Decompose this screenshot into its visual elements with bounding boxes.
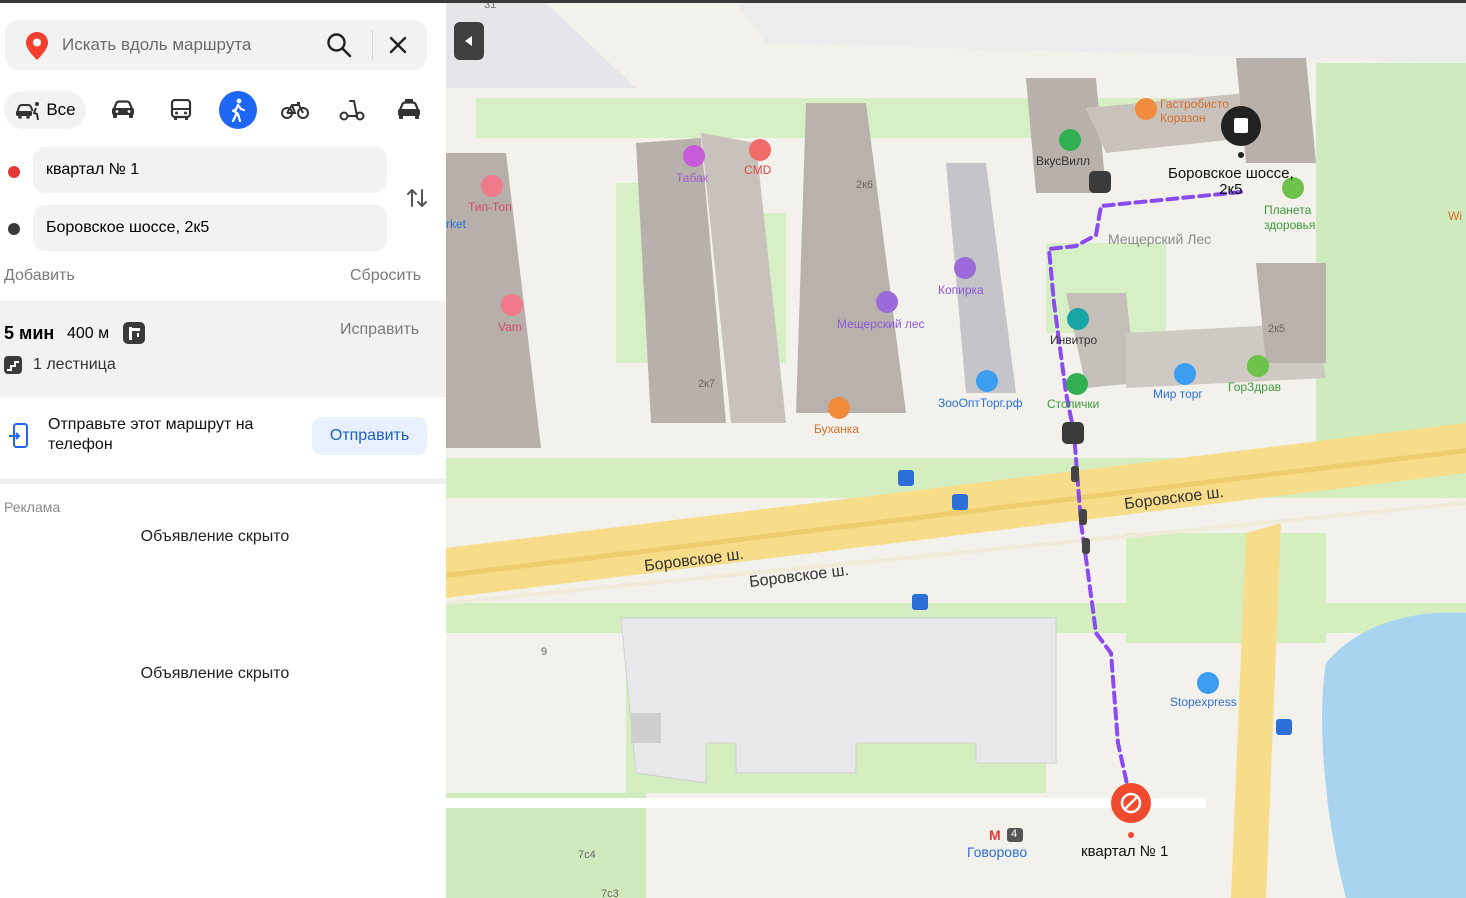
route-time: 5 мин [4,323,55,343]
mode-car-button[interactable] [104,91,142,129]
metro-line-number: 4 [1011,828,1018,840]
poi-label[interactable]: Мир торг [1153,387,1203,401]
route-summary[interactable]: 5 мин 400 м Исправить 1 лестница [0,301,446,397]
route-distance: 400 м [67,325,110,342]
building-number: 2к6 [856,179,874,191]
building-number: 2к5 [1268,323,1286,335]
top-border [0,0,1466,3]
reset-link[interactable]: Сбросить [350,267,421,285]
close-icon[interactable] [386,33,410,57]
building-number: 7с3 [601,888,619,898]
metro-icon: M [989,827,1001,843]
divider [0,479,446,484]
waypoint-from-text: квартал № 1 [46,161,140,178]
poi-label[interactable]: Столички [1047,397,1099,411]
car-walk-icon [16,102,40,121]
stairs-icon [4,356,22,374]
mode-all-button[interactable]: Все [4,91,86,129]
divider [372,30,373,60]
collapse-panel-button[interactable] [454,22,484,60]
route-panel: Искать вдоль маршрута Все квартал № 1 Бо… [0,3,446,898]
transport-modes: Все [0,91,446,133]
swap-icon[interactable] [405,186,429,210]
send-to-phone: Отправьте этот маршрут на телефон Отправ… [0,403,446,475]
mode-all-label: Все [46,100,76,119]
ad-hidden-2: Объявление скрыто [140,665,290,682]
poi-label[interactable]: rket [446,217,466,231]
mode-taxi-button[interactable] [390,91,428,129]
walk-icon [231,98,246,122]
poi-label[interactable]: Тип-Топ [468,200,512,214]
mode-walk-button[interactable] [219,91,257,129]
start-label: квартал № 1 [1081,843,1169,860]
ad-hidden-1: Объявление скрыто [140,528,290,545]
waypoint-from[interactable]: квартал № 1 [33,147,387,193]
area-label: Мещерский Лес [1108,231,1212,247]
fix-route-link[interactable]: Исправить [340,321,419,339]
scooter-icon [339,100,365,121]
poi-label[interactable]: Мещерский лес [837,317,925,331]
bus-icon [170,99,192,120]
poi-label[interactable]: Wi [1448,209,1462,223]
ad-label: Реклама [4,499,61,515]
mode-bike-button[interactable] [276,91,314,129]
search-icon[interactable] [325,31,353,59]
poi-label[interactable]: Vam [498,320,522,334]
start-dot-icon [8,166,20,178]
building-number: 7с4 [578,849,596,861]
poi-label[interactable]: CMD [744,163,771,177]
search-input[interactable]: Искать вдоль маршрута [62,35,251,55]
waypoint-to-text: Боровское шоссе, 2к5 [46,219,210,236]
building-number: 9 [541,646,548,658]
poi-label[interactable]: Stopexpress [1170,695,1237,709]
poi-label[interactable]: Буханка [814,422,859,436]
taxi-icon [398,99,420,119]
metro-station-label[interactable]: Говорово [967,844,1027,860]
poi-label[interactable]: Гастробисто Коразон [1160,97,1229,125]
send-button[interactable]: Отправить [312,417,427,455]
poi-label[interactable]: Планета здоровья [1264,203,1315,233]
poi-label[interactable]: Копирка [938,283,984,297]
poi-label[interactable]: ГорЗдрав [1228,380,1281,394]
stairs-count: 1 лестница [33,356,116,373]
triangle-left-icon [465,36,472,46]
search-along-route[interactable]: Искать вдоль маршрута [5,20,427,70]
destination-label: Боровское шоссе, 2к5 [1168,165,1294,198]
poi-label[interactable]: Инвитро [1050,333,1097,347]
poi-label[interactable]: ЗооОптТорг.рф [938,396,1022,410]
end-dot-icon [8,223,20,235]
mode-bus-button[interactable] [162,91,200,129]
barrier-icon [123,322,145,344]
building-number: 2к7 [698,378,716,390]
send-text: Отправьте этот маршрут на телефон [48,416,254,453]
location-pin-icon [26,32,48,65]
waypoint-to[interactable]: Боровское шоссе, 2к5 [33,205,387,251]
building-number: 31 [484,3,497,11]
bike-icon [281,102,309,119]
add-waypoint-link[interactable]: Добавить [4,267,75,285]
mode-scooter-button[interactable] [333,91,371,129]
poi-label[interactable]: ВкусВилл [1036,154,1090,168]
phone-send-icon [8,423,30,454]
car-icon [112,100,134,118]
map[interactable]: Боровское ш. Боровское ш. Боровское ш. Г… [446,3,1466,898]
poi-label[interactable]: Табак [676,171,708,185]
